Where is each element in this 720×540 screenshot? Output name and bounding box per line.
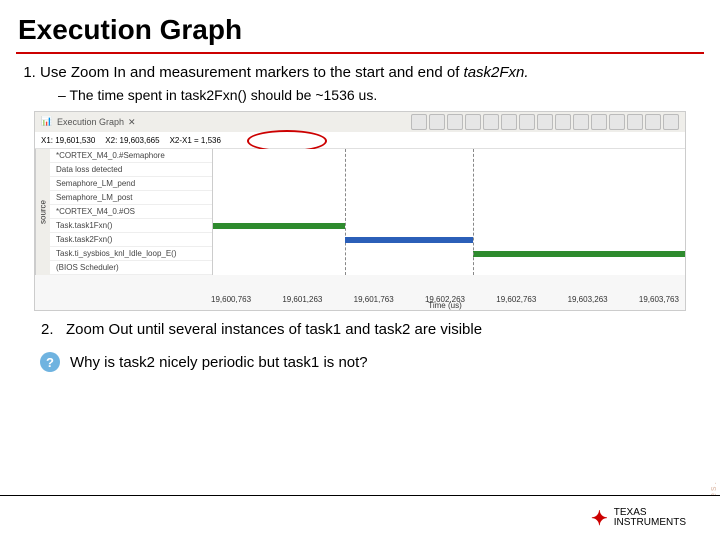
marker-x1: X1: 19,601,530 — [41, 136, 95, 145]
x-tick: 19,602,763 — [496, 295, 536, 304]
toolbar-btn[interactable] — [483, 114, 499, 130]
row-labels: *CORTEX_M4_0.#Semaphore Data loss detect… — [50, 149, 213, 275]
title-rule — [16, 52, 704, 54]
toolbar-btn[interactable] — [573, 114, 589, 130]
row-label: Semaphore_LM_pend — [50, 177, 212, 191]
marker-row: X1: 19,601,530 X2: 19,603,665 X2-X1 = 1,… — [35, 132, 685, 149]
x-tick: 19,601,263 — [282, 295, 322, 304]
toolbar-btn[interactable] — [645, 114, 661, 130]
x-axis-caption: Time (us) — [428, 301, 461, 310]
row-label: Data loss detected — [50, 163, 212, 177]
x-tick: 19,603,763 — [639, 295, 679, 304]
x-axis: 19,600,763 19,601,263 19,601,763 19,602,… — [211, 295, 679, 304]
toolbar-btn[interactable] — [591, 114, 607, 130]
row-label: (BIOS Scheduler) — [50, 261, 212, 275]
x-tick: 19,600,763 — [211, 295, 251, 304]
graph-toolbar — [411, 114, 685, 130]
row-label: *CORTEX_M4_0.#OS — [50, 205, 212, 219]
x-tick: 19,601,763 — [354, 295, 394, 304]
ti-logo-text: TEXASINSTRUMENTS — [614, 508, 686, 528]
row-label: *CORTEX_M4_0.#Semaphore — [50, 149, 212, 163]
toolbar-btn[interactable] — [447, 114, 463, 130]
marker-delta: X2-X1 = 1,536 — [170, 136, 221, 145]
list-item-1-sub: The time spent in task2Fxn() should be ~… — [58, 87, 686, 103]
list-item-1: Use Zoom In and measurement markers to t… — [40, 64, 686, 103]
list-item-2: 2. Zoom Out until several instances of t… — [34, 321, 686, 338]
toolbar-btn[interactable] — [609, 114, 625, 130]
footer: ✦ TEXASINSTRUMENTS — [0, 495, 720, 540]
idle-bar — [473, 251, 685, 257]
task1-bar — [213, 223, 345, 229]
question-row: ? Why is task2 nicely periodic but task1… — [40, 352, 686, 372]
question-icon: ? — [40, 352, 60, 372]
toolbar-btn[interactable] — [537, 114, 553, 130]
toolbar-btn[interactable] — [429, 114, 445, 130]
close-icon[interactable]: ✕ — [128, 117, 136, 128]
task2-bar — [345, 237, 472, 243]
toolbar-btn[interactable] — [465, 114, 481, 130]
toolbar-btn[interactable] — [519, 114, 535, 130]
row-label: Semaphore_LM_post — [50, 191, 212, 205]
page-title: Execution Graph — [0, 0, 720, 46]
graph-icon: 📊 — [41, 116, 53, 128]
row-label: Task.ti_sysbios_knl_Idle_loop_E() — [50, 247, 212, 261]
plot-area[interactable] — [213, 149, 685, 275]
ti-logo-mark: ✦ — [591, 506, 608, 531]
marker-x2: X2: 19,603,665 — [105, 136, 159, 145]
list-item-1-text-b: task2Fxn. — [464, 64, 529, 81]
row-label: Task.task1Fxn() — [50, 219, 212, 233]
execution-graph-panel: 📊 Execution Graph ✕ X1: 19,601,530 X2: 1… — [34, 111, 686, 311]
toolbar-btn[interactable] — [501, 114, 517, 130]
toolbar-btn[interactable] — [663, 114, 679, 130]
ti-logo: ✦ TEXASINSTRUMENTS — [591, 506, 686, 531]
toolbar-btn[interactable] — [411, 114, 427, 130]
toolbar-btn[interactable] — [555, 114, 571, 130]
toolbar-btn[interactable] — [627, 114, 643, 130]
question-text: Why is task2 nicely periodic but task1 i… — [70, 354, 368, 371]
graph-tab-label: Execution Graph — [57, 117, 124, 127]
source-axis-label: source — [35, 149, 50, 275]
row-label: Task.task2Fxn() — [50, 233, 212, 247]
list-item-1-text-a: Use Zoom In and measurement markers to t… — [40, 64, 464, 81]
graph-tabbar: 📊 Execution Graph ✕ — [35, 112, 685, 132]
graph-tab[interactable]: 📊 Execution Graph ✕ — [35, 116, 142, 128]
list-item-2-text: Zoom Out until several instances of task… — [66, 321, 482, 338]
x-tick: 19,603,263 — [568, 295, 608, 304]
